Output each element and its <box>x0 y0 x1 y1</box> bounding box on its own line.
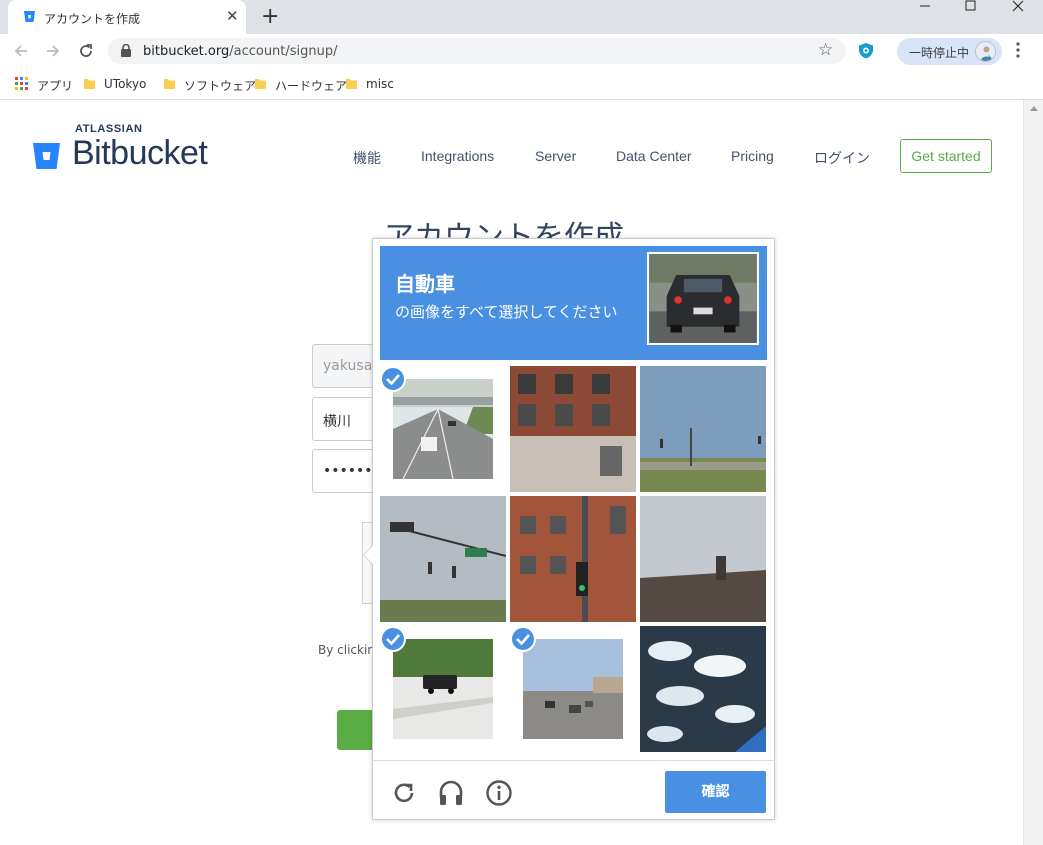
lock-icon <box>121 44 131 57</box>
selected-check-icon <box>380 366 406 392</box>
challenge-header: 自動車 の画像をすべて選択してください <box>380 246 767 360</box>
challenge-target: 自動車 <box>395 272 455 296</box>
nav-data-center[interactable]: Data Center <box>616 148 691 164</box>
tab-close-icon[interactable]: ✕ <box>226 7 239 25</box>
captcha-tile[interactable] <box>640 496 766 622</box>
reload-page-icon[interactable] <box>77 42 95 60</box>
reload-icon[interactable] <box>390 779 418 807</box>
footer-divider <box>373 760 774 761</box>
back-icon[interactable] <box>12 42 30 60</box>
bitbucket-logo-icon[interactable] <box>32 142 61 170</box>
dialog-pointer-inner <box>364 546 373 564</box>
url-domain: bitbucket.org <box>143 44 230 59</box>
captcha-tile[interactable] <box>510 366 636 492</box>
selected-check-icon <box>380 626 406 652</box>
nav-features[interactable]: 機能 <box>353 148 381 168</box>
page-scrollbar[interactable] <box>1023 100 1043 845</box>
bookmark-utokyo[interactable]: UTokyo <box>104 77 146 91</box>
profile-button[interactable]: 一時停止中 <box>897 38 1002 65</box>
shield-extension-icon[interactable] <box>858 42 874 59</box>
captcha-tile[interactable] <box>380 366 506 492</box>
bookmark-star-icon[interactable]: ☆ <box>818 40 833 60</box>
bookmark-software[interactable]: ソフトウェア <box>184 77 256 94</box>
name-value: 横川 <box>323 414 365 430</box>
tile-image <box>510 496 636 622</box>
nav-pricing[interactable]: Pricing <box>731 148 774 164</box>
maximize-icon[interactable] <box>955 0 985 14</box>
folder-icon <box>84 79 95 89</box>
bookmark-apps[interactable]: アプリ <box>37 77 73 94</box>
tile-image <box>523 639 623 739</box>
scroll-up-arrow-icon[interactable] <box>1030 106 1038 111</box>
browser-tab[interactable]: アカウントを作成 ✕ <box>8 0 246 34</box>
browser-menu-icon[interactable] <box>1014 41 1022 59</box>
info-icon[interactable] <box>485 779 513 807</box>
address-toolbar: bitbucket.org/account/signup/ ☆ <box>0 34 1043 68</box>
email-value: yakusa <box>323 358 373 374</box>
browser-tab-strip: アカウントを作成 ✕ + <box>0 0 1043 34</box>
captcha-tile[interactable] <box>510 626 636 752</box>
url-path: /account/signup/ <box>229 44 338 59</box>
bookmarks-bar: アプリ UTokyo ソフトウェア ハードウェア misc <box>0 68 1043 100</box>
avatar <box>975 41 996 62</box>
verify-button[interactable]: 確認 <box>665 771 766 813</box>
nav-server[interactable]: Server <box>535 148 576 164</box>
apps-grid-icon[interactable] <box>15 77 28 90</box>
brand-name[interactable]: Bitbucket <box>72 134 208 173</box>
close-window-icon[interactable] <box>1003 0 1033 14</box>
bookmark-misc[interactable]: misc <box>366 77 394 91</box>
tab-title: アカウントを作成 <box>44 12 141 26</box>
tile-image <box>640 496 766 622</box>
audio-headphones-icon[interactable] <box>437 779 465 807</box>
captcha-tile[interactable] <box>640 366 766 492</box>
tile-image <box>510 366 636 492</box>
captcha-tile[interactable] <box>640 626 766 752</box>
minimize-icon[interactable] <box>910 0 940 14</box>
forward-icon[interactable] <box>44 42 62 60</box>
url-bar[interactable]: bitbucket.org/account/signup/ ☆ <box>108 38 846 64</box>
folder-icon <box>346 79 357 89</box>
bitbucket-favicon-icon <box>24 11 35 22</box>
captcha-tile[interactable] <box>510 496 636 622</box>
sample-car-image <box>647 252 759 345</box>
folder-icon <box>164 79 175 89</box>
tile-image <box>393 379 493 479</box>
nav-integrations[interactable]: Integrations <box>421 148 494 164</box>
tile-image <box>393 639 493 739</box>
get-started-button[interactable]: Get started <box>900 139 992 173</box>
challenge-instruction: の画像をすべて選択してください <box>395 303 618 321</box>
recaptcha-challenge-dialog: 自動車 の画像をすべて選択してください 確認 <box>363 238 775 820</box>
profile-status-label: 一時停止中 <box>909 46 970 60</box>
folder-icon <box>255 79 266 89</box>
captcha-tile[interactable] <box>380 626 506 752</box>
bookmark-hardware[interactable]: ハードウェア <box>275 77 347 94</box>
selected-check-icon <box>510 626 536 652</box>
url-text: bitbucket.org/account/signup/ <box>143 44 338 59</box>
tile-image <box>380 496 506 622</box>
nav-login[interactable]: ログイン <box>814 148 870 168</box>
new-tab-icon[interactable]: + <box>261 4 279 29</box>
captcha-tile[interactable] <box>380 496 506 622</box>
tile-image <box>640 626 766 752</box>
tile-image <box>640 366 766 492</box>
